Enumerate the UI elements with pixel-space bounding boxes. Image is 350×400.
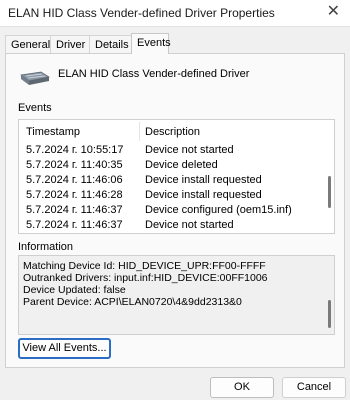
close-icon[interactable]: ✕ — [327, 3, 340, 21]
tab-driver[interactable]: Driver — [50, 35, 90, 53]
event-description: Device configured (oem15.inf) — [145, 204, 292, 216]
view-all-events-button[interactable]: View All Events... — [18, 338, 111, 359]
column-header-timestamp[interactable]: Timestamp — [26, 126, 80, 138]
column-divider[interactable] — [139, 122, 140, 141]
events-list[interactable]: Timestamp Description 5.7.2024 г. 10:55:… — [18, 119, 335, 234]
table-row[interactable]: 5.7.2024 г. 11:46:28 Device install requ… — [19, 187, 319, 203]
information-scrollbar[interactable] — [328, 300, 331, 328]
event-description: Device not started — [145, 219, 234, 231]
hid-device-icon — [20, 71, 50, 85]
column-header-description[interactable]: Description — [145, 126, 200, 138]
tab-general[interactable]: General — [5, 35, 51, 53]
event-timestamp: 5.7.2024 г. 11:46:37 — [26, 219, 123, 231]
tab-details[interactable]: Details — [89, 35, 132, 53]
table-row[interactable]: 5.7.2024 г. 11:46:37 Device not started — [19, 217, 319, 233]
table-row[interactable]: 5.7.2024 г. 11:46:06 Device install requ… — [19, 172, 319, 188]
information-label: Information — [18, 241, 74, 253]
event-timestamp: 5.7.2024 г. 11:40:35 — [26, 159, 123, 171]
window-title: ELAN HID Class Vender-defined Driver Pro… — [8, 6, 275, 20]
events-scrollbar[interactable] — [328, 176, 331, 208]
event-timestamp: 5.7.2024 г. 10:55:17 — [26, 144, 124, 156]
info-line: Device Updated: false — [23, 284, 126, 296]
info-line: Parent Device: ACPI\ELAN0720\4&9dd2313&0 — [23, 296, 242, 308]
information-text[interactable]: Matching Device Id: HID_DEVICE_UPR:FF00-… — [18, 255, 335, 335]
event-timestamp: 5.7.2024 г. 11:46:28 — [26, 189, 123, 201]
events-tab-panel: ELAN HID Class Vender-defined Driver Eve… — [5, 53, 345, 368]
events-header: Timestamp Description — [19, 120, 334, 142]
event-description: Device install requested — [145, 189, 262, 201]
table-row[interactable]: 5.7.2024 г. 10:55:17 Device not started — [19, 142, 319, 158]
event-description: Device not started — [145, 144, 234, 156]
info-line: Matching Device Id: HID_DEVICE_UPR:FF00-… — [23, 260, 266, 272]
event-timestamp: 5.7.2024 г. 11:46:37 — [26, 204, 123, 216]
event-description: Device deleted — [145, 159, 218, 171]
events-label: Events — [18, 102, 52, 114]
info-line: Outranked Drivers: input.inf:HID_DEVICE:… — [23, 272, 268, 284]
event-timestamp: 5.7.2024 г. 11:46:06 — [26, 174, 123, 186]
device-name: ELAN HID Class Vender-defined Driver — [58, 68, 250, 80]
event-description: Device install requested — [145, 174, 262, 186]
table-row[interactable]: 5.7.2024 г. 11:46:37 Device configured (… — [19, 202, 319, 218]
ok-button[interactable]: OK — [210, 377, 274, 398]
cancel-button[interactable]: Cancel — [282, 377, 346, 398]
tab-events[interactable]: Events — [131, 33, 171, 54]
table-row[interactable]: 5.7.2024 г. 11:40:35 Device deleted — [19, 157, 319, 173]
title-bar: ELAN HID Class Vender-defined Driver Pro… — [0, 0, 350, 27]
